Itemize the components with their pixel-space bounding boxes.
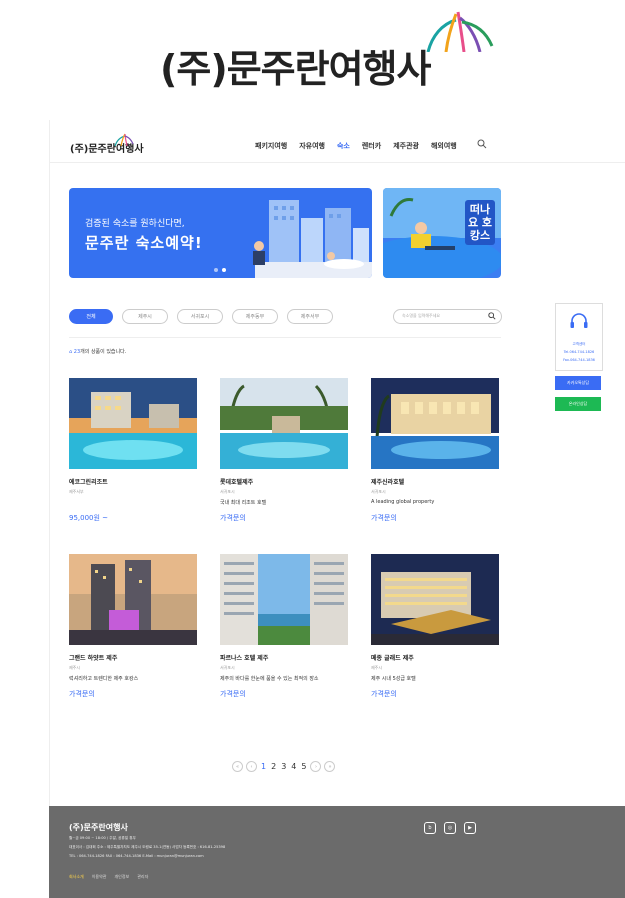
lodging-title[interactable]: 롯데호텔제주 [220,477,253,486]
lodging-photo[interactable] [69,554,197,645]
lodging-region: 제주시 [371,665,383,670]
banner-dots[interactable] [214,268,226,272]
top-nav: (주)문주란여행사 패키지여행 자유여행 숙소 렌터카 제주관광 해외여행 [49,132,625,163]
side-banner-text: 떠나요 호캉스 [465,200,495,245]
lodging-card[interactable]: 메종 글래드 제주 제주시 제주 시내 5성급 호텔 가격문의 [371,554,499,698]
lodging-region: 서귀포시 [220,489,235,494]
nav-item-lodging[interactable]: 숙소 [337,141,350,151]
lodging-desc: A leading global property [371,499,435,505]
first-page-button[interactable]: « [232,761,243,772]
footer-company-info: 대표이사 : 김대희 주소 : 제주특별자치도 제주시 도령로 35-1(연동)… [69,845,226,849]
page-link[interactable]: 2 [270,762,277,771]
nav-item-overseas[interactable]: 해외여행 [431,141,457,151]
region-filters: 전체 제주시 서귀포시 제주동부 제주서부 [69,309,333,324]
lodging-desc: 제주 시내 5성급 호텔 [371,676,416,682]
page-link[interactable]: 3 [280,762,287,771]
online-consult-button[interactable]: 온라인상담 [555,397,601,411]
brand-logo-text: (주)문주란여행사 [160,47,431,91]
blog-icon[interactable]: b [424,822,436,834]
brand-logo-fan-icon [426,11,494,52]
footer-link-terms[interactable]: 이용약관 [92,874,107,880]
banner-illustration [253,200,372,278]
footer-links: 회사소개 이용약관 개인정보 관리자 [69,874,148,880]
lodging-photo[interactable] [371,378,499,469]
lodging-region: 제주서부 [69,489,84,494]
lodging-photo[interactable] [220,554,348,645]
lodging-photo[interactable] [69,378,197,469]
result-count: ⌂ 23개의 상품이 있습니다. [69,348,126,355]
divider [69,337,501,338]
page-link[interactable]: 1 [260,762,267,771]
prev-page-button[interactable]: ‹ [246,761,257,772]
lodging-region: 제주시 [69,665,81,670]
lodging-price: 가격문의 [371,690,397,698]
footer-hours: 월~금 09:00 ~ 18:00 / 주말, 공휴일 휴무 [69,836,136,840]
side-banner[interactable]: 떠나요 호캉스 [383,188,501,278]
filter-chip-all[interactable]: 전체 [69,309,113,324]
lodging-search-input[interactable]: 숙소명을 입력해주세요 [393,309,502,324]
headset-icon [570,313,588,328]
lodging-title[interactable]: 그랜드 하얏트 제주 [69,653,117,662]
nav-item-jeju-tour[interactable]: 제주관광 [393,141,419,151]
filter-chip-seogwipo[interactable]: 서귀포시 [177,309,223,324]
footer-brand: (주)문주란여행사 [69,823,128,832]
lodging-region: 서귀포시 [371,489,386,494]
home-icon: ⌂ [69,349,73,355]
lodging-price: 가격문의 [220,690,246,698]
lodging-card[interactable]: 롯데호텔제주 서귀포시 국내 최대 리조트 호텔 가격문의 [220,378,348,522]
youtube-icon[interactable]: ▶ [464,822,476,834]
lodging-price: 가격문의 [371,514,397,522]
result-count-text: 개의 상품이 있습니다. [80,349,127,355]
lodging-title[interactable]: 제주신라호텔 [371,477,404,486]
footer: (주)문주란여행사 월~금 09:00 ~ 18:00 / 주말, 공휴일 휴무… [49,806,625,898]
lodging-card[interactable]: 파르나스 호텔 제주 서귀포시 제주의 바다를 한눈에 품을 수 있는 최적의 … [220,554,348,698]
kakao-consult-button[interactable]: 카카오톡상담 [555,376,601,390]
footer-link-privacy[interactable]: 개인정보 [114,874,129,880]
main-banner[interactable]: 검증된 숙소를 원하신다면, 문주란 숙소예약! [69,188,372,278]
instagram-icon[interactable]: ◎ [444,822,456,834]
lodging-photo[interactable] [371,554,499,645]
customer-center-widget: 고객센터 Tel.064-744-1826 Fax.064-744-1836 [555,303,603,371]
filter-chip-east[interactable]: 제주동부 [232,309,278,324]
customer-center-fax: Fax.064-744-1836 [563,358,595,362]
nav-item-rentcar[interactable]: 렌터카 [362,141,381,151]
search-icon[interactable] [477,139,487,149]
footer-link-about[interactable]: 회사소개 [69,874,84,880]
lodging-region: 서귀포시 [220,665,235,670]
nav-item-free-travel[interactable]: 자유여행 [299,141,325,151]
lodging-desc: 제주의 바다를 한눈에 품을 수 있는 최적의 장소 [220,676,319,682]
customer-center-label: 고객센터 [572,342,586,346]
footer-link-admin[interactable]: 관리자 [137,874,148,880]
lodging-price: 95,000원 ~ [69,514,109,522]
footer-social: b ◎ ▶ [424,822,476,834]
lodging-title[interactable]: 에코그린리조트 [69,477,108,486]
lodging-price: 가격문의 [69,690,95,698]
last-page-button[interactable]: » [324,761,336,772]
filter-chip-west[interactable]: 제주서부 [287,309,333,324]
lodging-card[interactable]: 제주신라호텔 서귀포시 A leading global property 가격… [371,378,499,522]
lodging-title[interactable]: 메종 글래드 제주 [371,653,414,662]
lodging-photo[interactable] [220,378,348,469]
lodging-desc: 럭셔리하고 트렌디한 제주 호캉스 [69,676,139,682]
filter-chip-jeju-si[interactable]: 제주시 [122,309,168,324]
lodging-card[interactable]: 에코그린리조트 제주서부 95,000원 ~ [69,378,197,522]
page-link[interactable]: 4 [290,762,297,771]
search-icon[interactable] [488,312,496,320]
lodging-desc: 국내 최대 리조트 호텔 [220,500,267,506]
nav-item-package[interactable]: 패키지여행 [255,141,287,151]
nav-menu: 패키지여행 자유여행 숙소 렌터카 제주관광 해외여행 [255,141,457,151]
lodging-card[interactable]: 그랜드 하얏트 제주 제주시 럭셔리하고 트렌디한 제주 호캉스 가격문의 [69,554,197,698]
brand-header: (주)문주란여행사 [0,0,625,100]
footer-contact-info: TEL : 064-744-1826 FAX : 064-744-1836 E-… [69,854,204,858]
nav-logo-fan-icon [114,133,134,146]
next-page-button[interactable]: › [310,761,322,772]
search-placeholder: 숙소명을 입력해주세요 [402,313,441,318]
customer-center-tel: Tel.064-744-1826 [563,350,595,354]
pagination: « ‹ 1 2 3 4 5 › » [232,761,336,772]
page-link[interactable]: 5 [300,762,307,771]
lodging-title[interactable]: 파르나스 호텔 제주 [220,653,268,662]
lodging-price: 가격문의 [220,514,246,522]
